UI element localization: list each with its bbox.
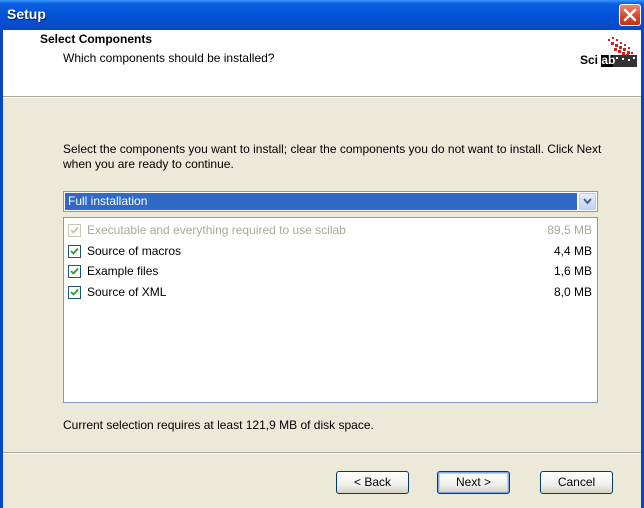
- component-label: Executable and everything required to us…: [87, 223, 346, 237]
- component-item-xml[interactable]: Source of XML 8,0 MB: [68, 284, 592, 302]
- instructions-text: Select the components you want to instal…: [63, 142, 602, 171]
- component-item-examples[interactable]: Example files 1,6 MB: [68, 263, 592, 281]
- next-button[interactable]: Next >: [437, 471, 510, 494]
- component-size: 4,4 MB: [553, 244, 592, 258]
- component-size: 8,0 MB: [553, 285, 592, 299]
- component-checkbox: [68, 224, 81, 237]
- component-label: Source of macros: [87, 244, 182, 258]
- component-label: Example files: [87, 264, 159, 278]
- components-list[interactable]: Executable and everything required to us…: [63, 217, 598, 403]
- setup-window: Setup Select Components Which components…: [0, 0, 644, 508]
- page-subtitle: Which components should be installed?: [63, 51, 275, 65]
- checkmark-icon: [70, 288, 79, 296]
- scilab-logo: Scilab: [580, 33, 638, 77]
- component-label: Source of XML: [87, 285, 167, 299]
- checkmark-icon: [70, 247, 79, 255]
- component-item-executable: Executable and everything required to us…: [68, 222, 592, 240]
- component-size: 89,5 MB: [547, 223, 592, 237]
- window-frame-left: [0, 30, 3, 508]
- checkmark-icon: [70, 267, 79, 275]
- dropdown-button[interactable]: [579, 193, 596, 210]
- window-title: Setup: [7, 6, 46, 22]
- component-checkbox[interactable]: [68, 245, 81, 258]
- title-bar[interactable]: Setup: [0, 0, 644, 30]
- chevron-down-icon: [583, 198, 592, 205]
- installation-type-value: Full installation: [65, 193, 577, 210]
- cancel-button[interactable]: Cancel: [540, 471, 613, 494]
- disk-space-text: Current selection requires at least 121,…: [63, 418, 374, 432]
- footer-divider: [3, 452, 641, 454]
- page-title: Select Components: [40, 32, 153, 46]
- header-divider: [3, 96, 641, 98]
- component-size: 1,6 MB: [553, 264, 592, 278]
- component-checkbox[interactable]: [68, 286, 81, 299]
- back-button[interactable]: < Back: [336, 471, 409, 494]
- component-item-macros[interactable]: Source of macros 4,4 MB: [68, 243, 592, 261]
- checkmark-icon: [70, 226, 79, 234]
- close-button[interactable]: [619, 4, 641, 26]
- installation-type-select[interactable]: Full installation: [63, 191, 598, 212]
- close-icon: [623, 8, 637, 22]
- logo-text: Scilab: [580, 53, 616, 67]
- component-checkbox[interactable]: [68, 265, 81, 278]
